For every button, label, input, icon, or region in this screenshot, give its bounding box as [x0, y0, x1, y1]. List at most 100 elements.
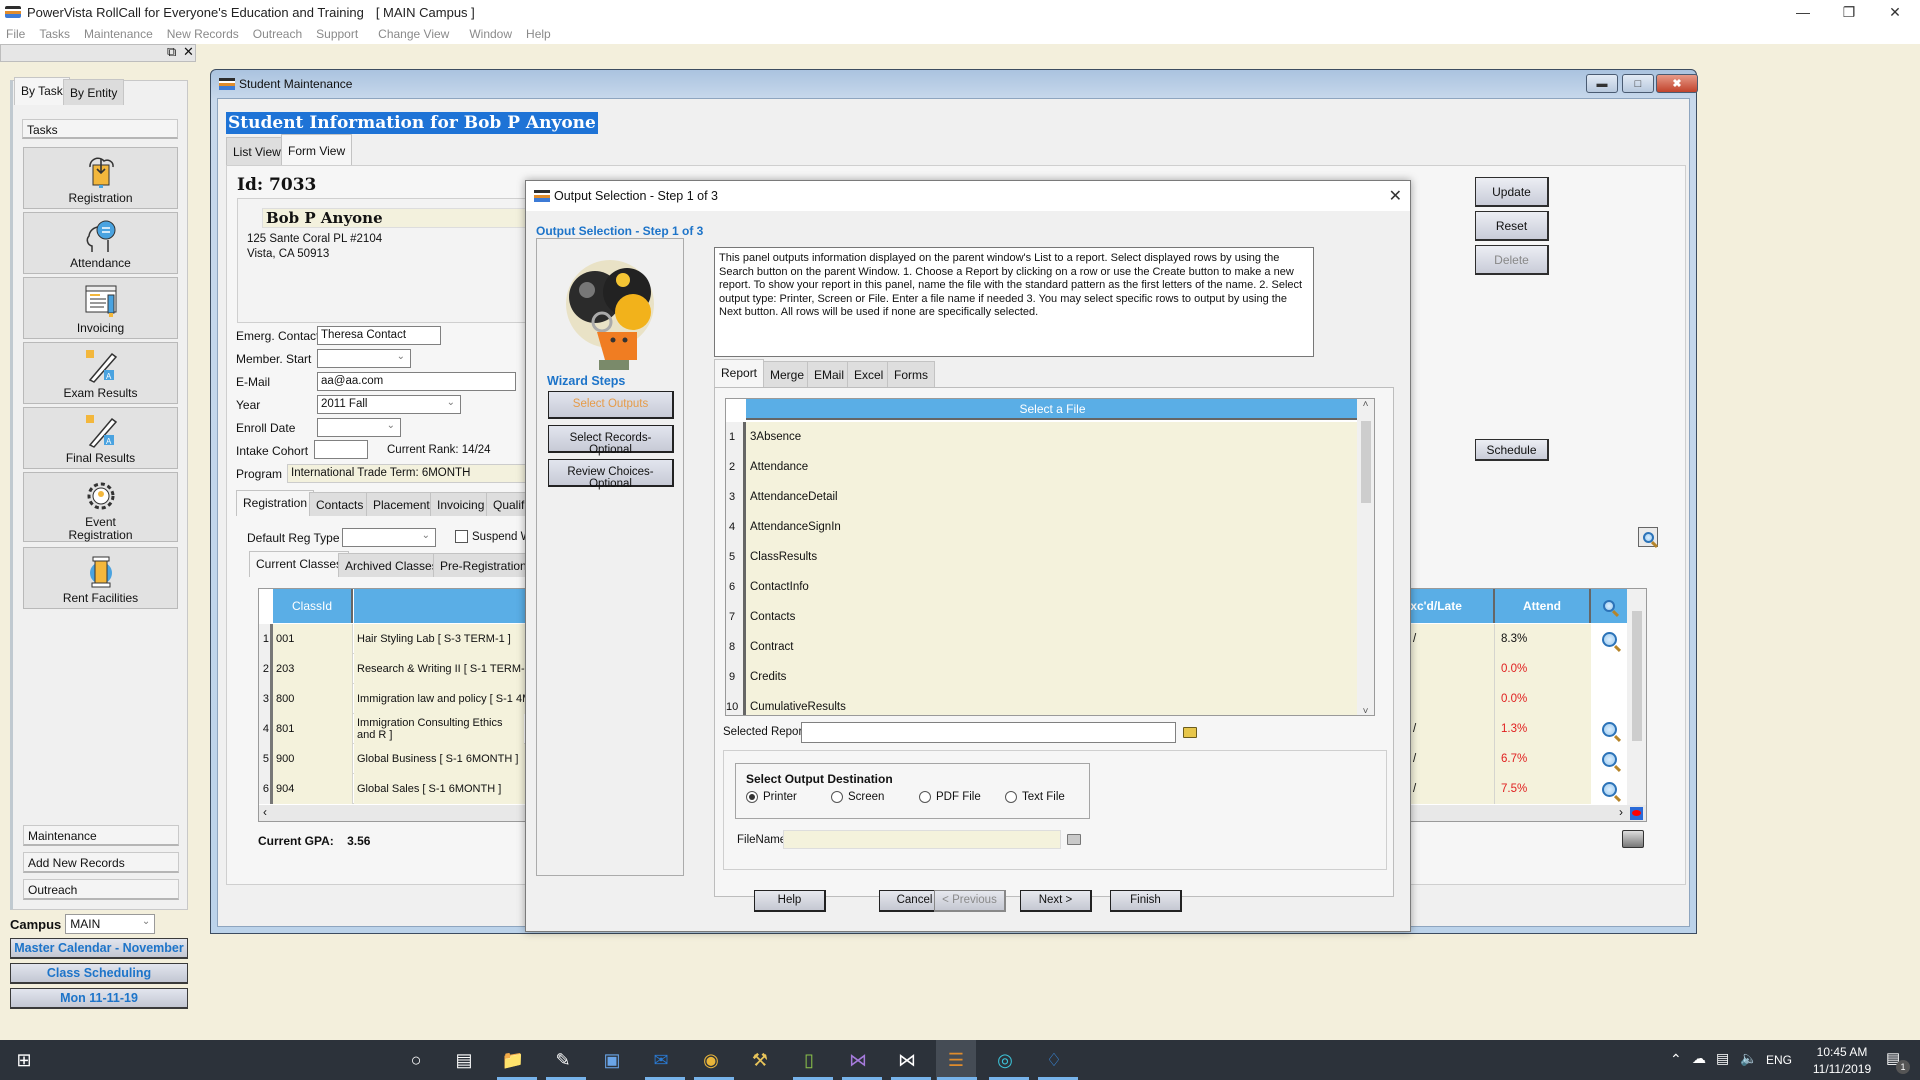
print-icon[interactable]: [1622, 830, 1644, 848]
member-start-select[interactable]: ⌄: [317, 349, 411, 368]
finish-button[interactable]: Finish: [1110, 890, 1182, 912]
radio-text-file[interactable]: Text File: [1005, 791, 1065, 803]
window-close-button[interactable]: ✖: [1656, 74, 1698, 93]
detail-magnifier-icon[interactable]: [1601, 781, 1617, 797]
help-button[interactable]: Help: [754, 890, 826, 912]
column-header-classid[interactable]: ClassId: [273, 589, 353, 623]
task-registration[interactable]: Registration: [23, 147, 178, 209]
class-scheduling-button[interactable]: Class Scheduling: [10, 963, 188, 984]
detail-magnifier-icon[interactable]: [1601, 631, 1617, 647]
tab-placement[interactable]: Placement: [366, 492, 437, 516]
detail-magnifier-icon[interactable]: [1601, 751, 1617, 767]
task-exam-results[interactable]: A Exam Results: [23, 342, 178, 404]
task-event-registration[interactable]: Event Registration: [23, 472, 178, 542]
minimize-icon[interactable]: —: [1780, 0, 1826, 24]
windows-start-icon[interactable]: ⊞: [10, 1046, 38, 1074]
wizard-step-review-choices[interactable]: Review Choices-Optional: [548, 459, 674, 490]
file-grid-header[interactable]: Select a File: [746, 399, 1359, 420]
class-row[interactable]: 5 900 Global Business [ S-1 6MONTH ]: [259, 744, 525, 774]
class-row-right[interactable]: 0 / /7.5%: [1395, 774, 1646, 804]
tab-archived-classes[interactable]: Archived Classes: [338, 553, 445, 577]
column-header-attend[interactable]: Attend: [1495, 589, 1591, 623]
tab-list-view[interactable]: List View: [226, 137, 288, 165]
file-row[interactable]: 2 Attendance: [726, 452, 1359, 482]
file-row[interactable]: 1 3Absence: [726, 422, 1359, 452]
file-row[interactable]: 6 ContactInfo: [726, 572, 1359, 602]
section-outreach[interactable]: Outreach: [23, 879, 179, 900]
tab-form-view[interactable]: Form View: [281, 134, 353, 165]
search-button[interactable]: [1638, 527, 1658, 547]
menu-file[interactable]: File: [6, 27, 25, 41]
camera-app-icon[interactable]: ◎: [991, 1046, 1019, 1074]
outlook-icon[interactable]: ✉: [647, 1046, 675, 1074]
tasks-section-header[interactable]: Tasks: [22, 119, 178, 139]
window-minimize-button[interactable]: ▬: [1586, 74, 1618, 93]
file-row[interactable]: 9 Credits: [726, 662, 1359, 692]
column-header-detail[interactable]: [1591, 589, 1627, 623]
tab-by-entity[interactable]: By Entity: [63, 79, 125, 105]
section-add-new-records[interactable]: Add New Records: [23, 852, 179, 873]
scroll-down-icon[interactable]: ˅: [1357, 706, 1374, 715]
chrome-icon[interactable]: ◉: [697, 1046, 725, 1074]
tab-merge[interactable]: Merge: [763, 361, 812, 387]
tab-forms[interactable]: Forms: [887, 361, 935, 387]
restore-icon[interactable]: ❐: [1826, 0, 1872, 24]
menu-maintenance[interactable]: Maintenance: [84, 27, 153, 41]
class-row-right[interactable]: 0.0%: [1395, 684, 1646, 714]
file-row[interactable]: 5 ClassResults: [726, 542, 1359, 572]
wizard-step-select-records[interactable]: Select Records-Optional: [548, 425, 674, 456]
selected-report-input[interactable]: [801, 722, 1176, 743]
file-row[interactable]: 4 AttendanceSignIn: [726, 512, 1359, 542]
tools-icon[interactable]: ⚒: [746, 1046, 774, 1074]
campus-select[interactable]: MAIN ⌄: [65, 914, 156, 934]
class-row-right[interactable]: 0 / /6.7%: [1395, 744, 1646, 774]
file-row[interactable]: 8 Contract: [726, 632, 1359, 662]
browse-folder-icon[interactable]: [1067, 834, 1081, 845]
onedrive-icon[interactable]: ☁: [1692, 1050, 1706, 1067]
column-header-title[interactable]: Title: [354, 589, 525, 623]
scroll-thumb[interactable]: [1632, 611, 1642, 741]
suspend-checkbox[interactable]: [455, 530, 468, 543]
tab-registration[interactable]: Registration: [236, 490, 315, 516]
scroll-thumb[interactable]: [1361, 421, 1371, 503]
enroll-date-select[interactable]: ⌄: [317, 418, 401, 437]
intake-cohort-input[interactable]: [314, 440, 368, 459]
close-icon[interactable]: ✕: [1872, 0, 1918, 24]
radio-printer[interactable]: Printer: [746, 791, 797, 803]
scroll-up-icon[interactable]: ˄: [1357, 399, 1374, 410]
reset-button[interactable]: Reset: [1475, 211, 1549, 241]
task-final-results[interactable]: A Final Results: [23, 407, 178, 469]
menu-change-view[interactable]: Change View: [378, 27, 449, 41]
window-maximize-button[interactable]: □: [1622, 74, 1654, 93]
menu-help[interactable]: Help: [526, 27, 551, 41]
visual-studio-icon[interactable]: ⋈: [844, 1046, 872, 1074]
open-folder-icon[interactable]: [1183, 727, 1197, 738]
close-panel-icon[interactable]: ✕: [183, 44, 194, 60]
tray-expand-icon[interactable]: ⌃: [1670, 1051, 1682, 1068]
blue-app-icon[interactable]: ♢: [1040, 1046, 1068, 1074]
email-input[interactable]: aa@aa.com: [317, 372, 516, 391]
tab-contacts[interactable]: Contacts: [309, 492, 371, 516]
horizontal-scrollbar[interactable]: ‹: [259, 805, 525, 821]
tab-report[interactable]: Report: [714, 359, 765, 387]
vertical-scrollbar[interactable]: [1627, 589, 1646, 805]
menu-new-records[interactable]: New Records: [167, 27, 239, 41]
volume-icon[interactable]: 🔈: [1740, 1050, 1757, 1067]
master-calendar-button[interactable]: Master Calendar - November: [10, 938, 188, 959]
tab-invoicing[interactable]: Invoicing: [430, 492, 492, 516]
tab-by-task[interactable]: By Task: [14, 77, 70, 105]
year-select[interactable]: 2011 Fall ⌄: [317, 395, 461, 414]
task-view-icon[interactable]: ▤: [450, 1046, 478, 1074]
radio-screen[interactable]: Screen: [831, 791, 884, 803]
language-indicator[interactable]: ENG: [1766, 1053, 1792, 1067]
task-rent-facilities[interactable]: Rent Facilities: [23, 547, 178, 609]
green-app-icon[interactable]: ▯: [795, 1046, 823, 1074]
class-row[interactable]: 4 801 Immigration Consulting Ethics and R …: [259, 714, 525, 744]
app-editor-icon[interactable]: ✎: [549, 1046, 577, 1074]
class-row[interactable]: 2 203 Research & Writing II [ S-1 TERM-2: [259, 654, 525, 684]
class-row-right[interactable]: 0 / /8.3%: [1395, 624, 1646, 654]
next-button[interactable]: Next >: [1020, 890, 1092, 912]
class-row[interactable]: 3 800 Immigration law and policy [ S-1 4M: [259, 684, 525, 714]
wizard-step-select-outputs[interactable]: Select Outputs: [548, 391, 674, 419]
powervista-taskbar-icon[interactable]: ☰: [942, 1046, 970, 1074]
